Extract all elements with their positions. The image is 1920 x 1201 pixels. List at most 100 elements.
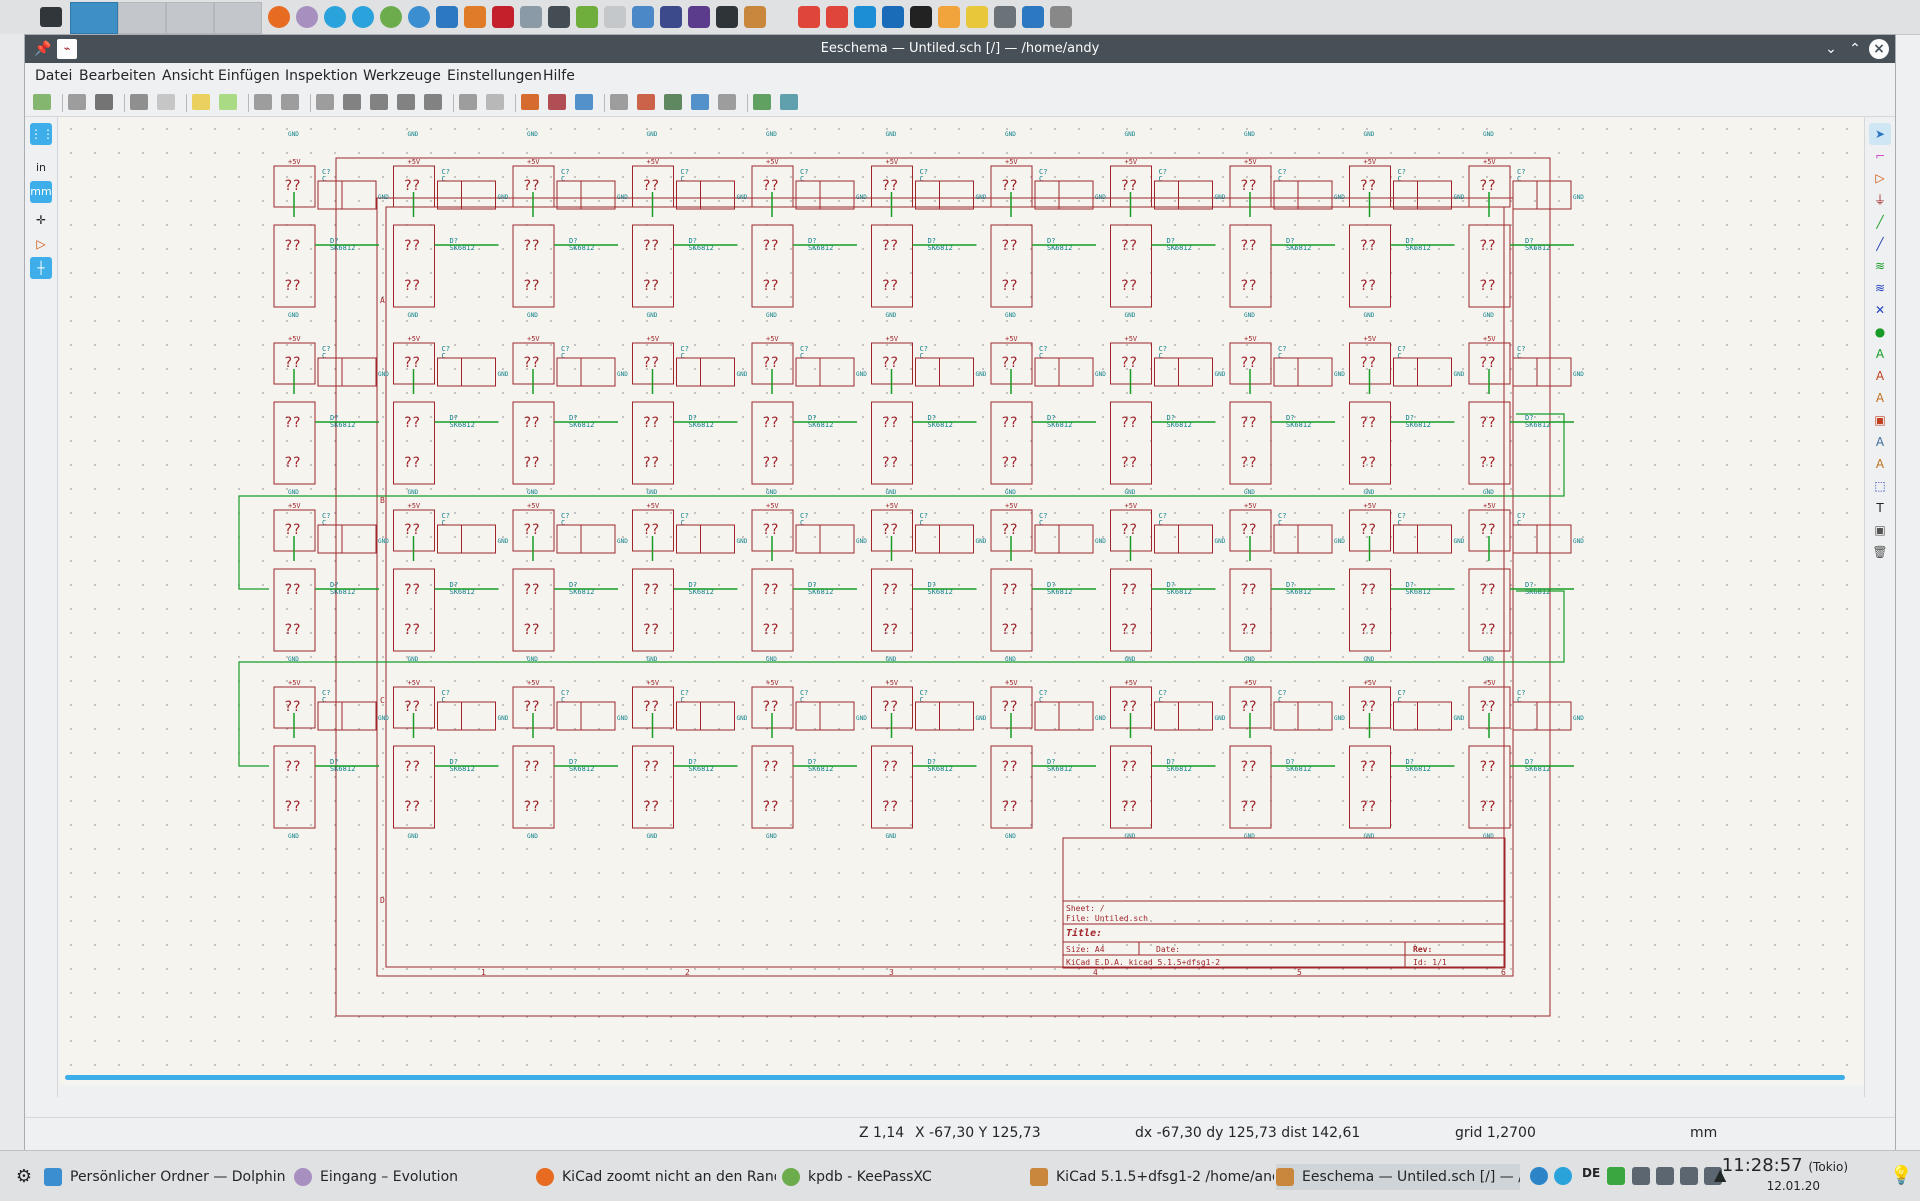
task-keepassxc[interactable]: kpdb - KeePassXC — [782, 1164, 1022, 1190]
menu-einstellungen[interactable]: Einstellungen — [447, 68, 542, 84]
plot-icon[interactable] — [130, 94, 148, 110]
text-icon[interactable]: T — [1869, 497, 1891, 519]
pin-icon[interactable] — [798, 6, 820, 28]
bus-to-bus-icon[interactable]: ≋ — [1869, 277, 1891, 299]
settings-icon[interactable] — [632, 6, 654, 28]
close-icon[interactable]: × — [1869, 39, 1889, 59]
hierarchy-navigator-icon[interactable] — [459, 94, 477, 110]
graphic-lines-icon[interactable]: ⬚ — [1869, 475, 1891, 497]
back-annotate-icon[interactable] — [780, 94, 798, 110]
page-settings-icon[interactable] — [68, 94, 86, 110]
paste-icon[interactable] — [157, 94, 175, 110]
task-dolphin[interactable]: Persönlicher Ordner — Dolphin — [44, 1164, 294, 1190]
refresh-icon[interactable] — [316, 94, 334, 110]
print-icon[interactable] — [95, 94, 113, 110]
hierarchical-label-icon[interactable]: A — [1869, 387, 1891, 409]
skype-tray-icon[interactable] — [1554, 1167, 1572, 1185]
zoom-selection-icon[interactable] — [424, 94, 442, 110]
window-titlebar[interactable]: 📌 ⌁ Eeschema — Untiled.sch [/] — /home/a… — [25, 35, 1895, 63]
updates-icon[interactable] — [1607, 1167, 1625, 1185]
task-kicad[interactable]: KiCad 5.1.5+dfsg1-2 /home/and... — [1030, 1164, 1274, 1190]
vs-icon[interactable] — [882, 6, 904, 28]
minimize-icon[interactable]: ⌄ — [1821, 39, 1841, 59]
network-icon[interactable] — [576, 6, 598, 28]
leave-sheet-icon[interactable] — [486, 94, 504, 110]
app-menu-icon[interactable] — [40, 7, 62, 27]
annotate-icon[interactable] — [610, 94, 628, 110]
menu-hilfe[interactable]: Hilfe — [543, 68, 575, 84]
menu-werkzeuge[interactable]: Werkzeuge — [363, 68, 441, 84]
units-inch-button[interactable]: in — [30, 157, 52, 179]
desktop-pager-3[interactable] — [166, 2, 214, 34]
bus-alias-icon[interactable] — [718, 94, 736, 110]
import-sheet-pin-icon[interactable]: A — [1869, 431, 1891, 453]
lamp-icon[interactable] — [1050, 6, 1072, 28]
redo-icon[interactable] — [219, 94, 237, 110]
footprint-assign-icon[interactable] — [575, 94, 593, 110]
add-bus-icon[interactable]: ╱ — [1869, 233, 1891, 255]
kicad-icon[interactable] — [744, 6, 766, 28]
add-symbol-icon[interactable]: ▷ — [1869, 167, 1891, 189]
dolphin-icon[interactable] — [436, 6, 458, 28]
image-viewer-icon[interactable] — [520, 6, 542, 28]
delete-icon[interactable]: 🗑 — [1869, 541, 1891, 563]
terminal-icon[interactable] — [716, 6, 738, 28]
zoom-fit-icon[interactable] — [397, 94, 415, 110]
units-mm-button[interactable]: mm — [30, 181, 52, 203]
network-icon[interactable] — [1656, 1167, 1674, 1185]
clock[interactable]: 11:28:57 (Tokio) — [1722, 1157, 1848, 1176]
netlist-icon[interactable] — [664, 94, 682, 110]
books-icon[interactable] — [464, 6, 486, 28]
erc-icon[interactable] — [637, 94, 655, 110]
grid-toggle-icon[interactable]: ⋮⋮ — [30, 123, 54, 145]
desktop-pager-4[interactable] — [214, 2, 262, 34]
lightbulb-icon[interactable]: 💡 — [1890, 1165, 1912, 1186]
hierarchical-pin-icon[interactable]: A — [1869, 453, 1891, 475]
zoom-in-icon[interactable] — [343, 94, 361, 110]
keyboard-layout[interactable]: DE — [1582, 1166, 1600, 1180]
evolution-icon[interactable] — [296, 6, 318, 28]
undo-icon[interactable] — [192, 94, 210, 110]
menu-einfuegen[interactable]: Einfügen — [218, 68, 280, 84]
wire-to-bus-icon[interactable]: ≋ — [1869, 255, 1891, 277]
keepassxc-icon[interactable] — [380, 6, 402, 28]
hidden-pins-icon[interactable]: ▷ — [30, 233, 52, 255]
desktop-pager-2[interactable] — [118, 2, 166, 34]
menu-inspektion[interactable]: Inspektion — [285, 68, 358, 84]
skype-icon[interactable] — [324, 6, 346, 28]
bom-icon[interactable] — [691, 94, 709, 110]
calendar-icon[interactable] — [408, 6, 430, 28]
symbol-editor-icon[interactable] — [521, 94, 539, 110]
add-wire-icon[interactable]: ╱ — [1869, 211, 1891, 233]
photo-icon[interactable] — [660, 6, 682, 28]
save-icon[interactable] — [548, 6, 570, 28]
display-icon[interactable] — [1632, 1167, 1650, 1185]
new-sheet-icon[interactable] — [33, 94, 51, 110]
line-mode-icon[interactable]: ┼ — [30, 257, 52, 279]
global-label-icon[interactable]: A — [1869, 365, 1891, 387]
maximize-icon[interactable]: ⌃ — [1845, 39, 1865, 59]
menu-bearbeiten[interactable]: Bearbeiten — [79, 68, 156, 84]
cherry-icon[interactable] — [492, 6, 514, 28]
add-power-icon[interactable]: ⏚ — [1869, 189, 1891, 211]
junction-icon[interactable]: ● — [1869, 321, 1891, 343]
app-launcher-icon[interactable]: ⚙ — [8, 1164, 40, 1190]
game-icon[interactable] — [688, 6, 710, 28]
skype-icon[interactable] — [352, 6, 374, 28]
volume-icon[interactable] — [1680, 1167, 1698, 1185]
anydesk-icon[interactable] — [826, 6, 848, 28]
firefox-icon[interactable] — [268, 6, 290, 28]
no-connect-icon[interactable]: ✕ — [1869, 299, 1891, 321]
pcbnew-icon[interactable] — [753, 94, 771, 110]
symbol-browser-icon[interactable] — [548, 94, 566, 110]
cursor-crosshair-icon[interactable]: ✛ — [30, 209, 52, 231]
star-icon[interactable] — [966, 6, 988, 28]
schematic-canvas[interactable]: 1 2 3 4 5 6 A B C D +5V?? C? C GND???? D? SK6812 GND +5V?… — [59, 117, 1879, 1085]
task-eeschema[interactable]: Eeschema — Untiled.sch [/] — /... — [1276, 1164, 1520, 1190]
clapper-icon[interactable] — [910, 6, 932, 28]
find-replace-icon[interactable] — [281, 94, 299, 110]
teamviewer-icon[interactable] — [854, 6, 876, 28]
menu-ansicht[interactable]: Ansicht — [162, 68, 214, 84]
bluetooth-icon[interactable] — [1530, 1167, 1548, 1185]
document-icon[interactable] — [604, 6, 626, 28]
